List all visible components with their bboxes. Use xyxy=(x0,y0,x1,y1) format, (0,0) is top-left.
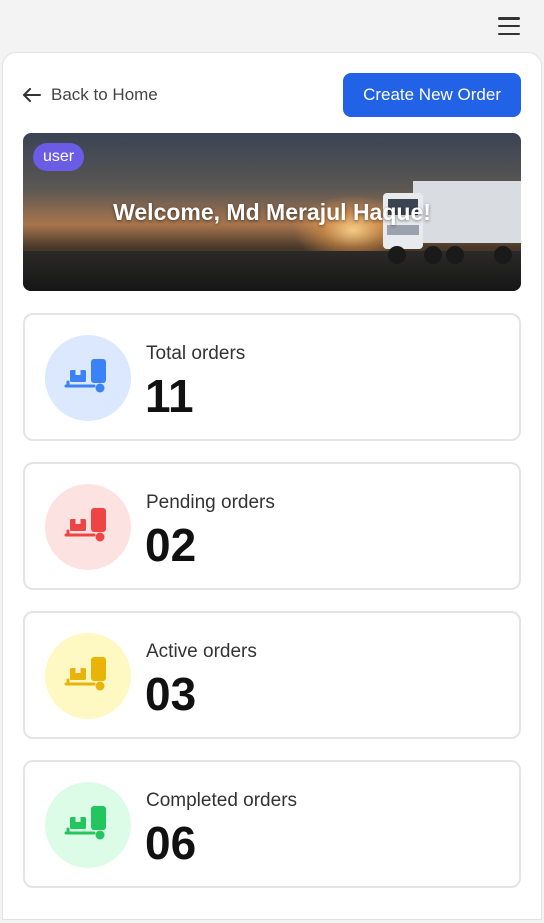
stat-value: 03 xyxy=(145,668,197,720)
stat-value: 06 xyxy=(145,817,197,869)
stat-value: 02 xyxy=(145,519,197,571)
icon-circle xyxy=(45,633,131,719)
icon-circle xyxy=(45,484,131,570)
truck-box-icon xyxy=(64,654,112,699)
stat-card-active: Active orders 03 xyxy=(23,611,521,739)
back-link-label: Back to Home xyxy=(51,85,158,104)
stat-label: Completed orders xyxy=(146,790,298,811)
hamburger-icon[interactable] xyxy=(498,17,520,35)
role-badge: user xyxy=(33,143,85,171)
stat-card-completed: Completed orders 06 xyxy=(23,760,521,888)
icon-circle xyxy=(45,782,131,868)
back-to-home-link[interactable]: Back to Home xyxy=(23,85,158,105)
stat-card-total: Total orders 11 xyxy=(23,313,521,441)
welcome-message: Welcome, Md Merajul Haque! xyxy=(113,199,431,225)
truck-box-icon xyxy=(64,356,112,401)
header-row: Back to Home Create New Order xyxy=(23,73,521,117)
truck-box-icon xyxy=(64,803,112,848)
top-bar xyxy=(0,0,544,52)
stat-card-pending: Pending orders 02 xyxy=(23,462,521,590)
stat-value: 11 xyxy=(145,370,194,422)
create-new-order-button[interactable]: Create New Order xyxy=(343,73,521,117)
welcome-banner: user Welcome, Md Merajul Haque! xyxy=(23,133,521,291)
arrow-left-icon xyxy=(23,88,41,102)
stat-label: Pending orders xyxy=(146,492,275,513)
stat-label: Active orders xyxy=(146,641,257,662)
icon-circle xyxy=(45,335,131,421)
dashboard-panel: Back to Home Create New Order user Welco… xyxy=(2,52,542,920)
truck-box-icon xyxy=(64,505,112,550)
stat-label: Total orders xyxy=(146,343,246,364)
